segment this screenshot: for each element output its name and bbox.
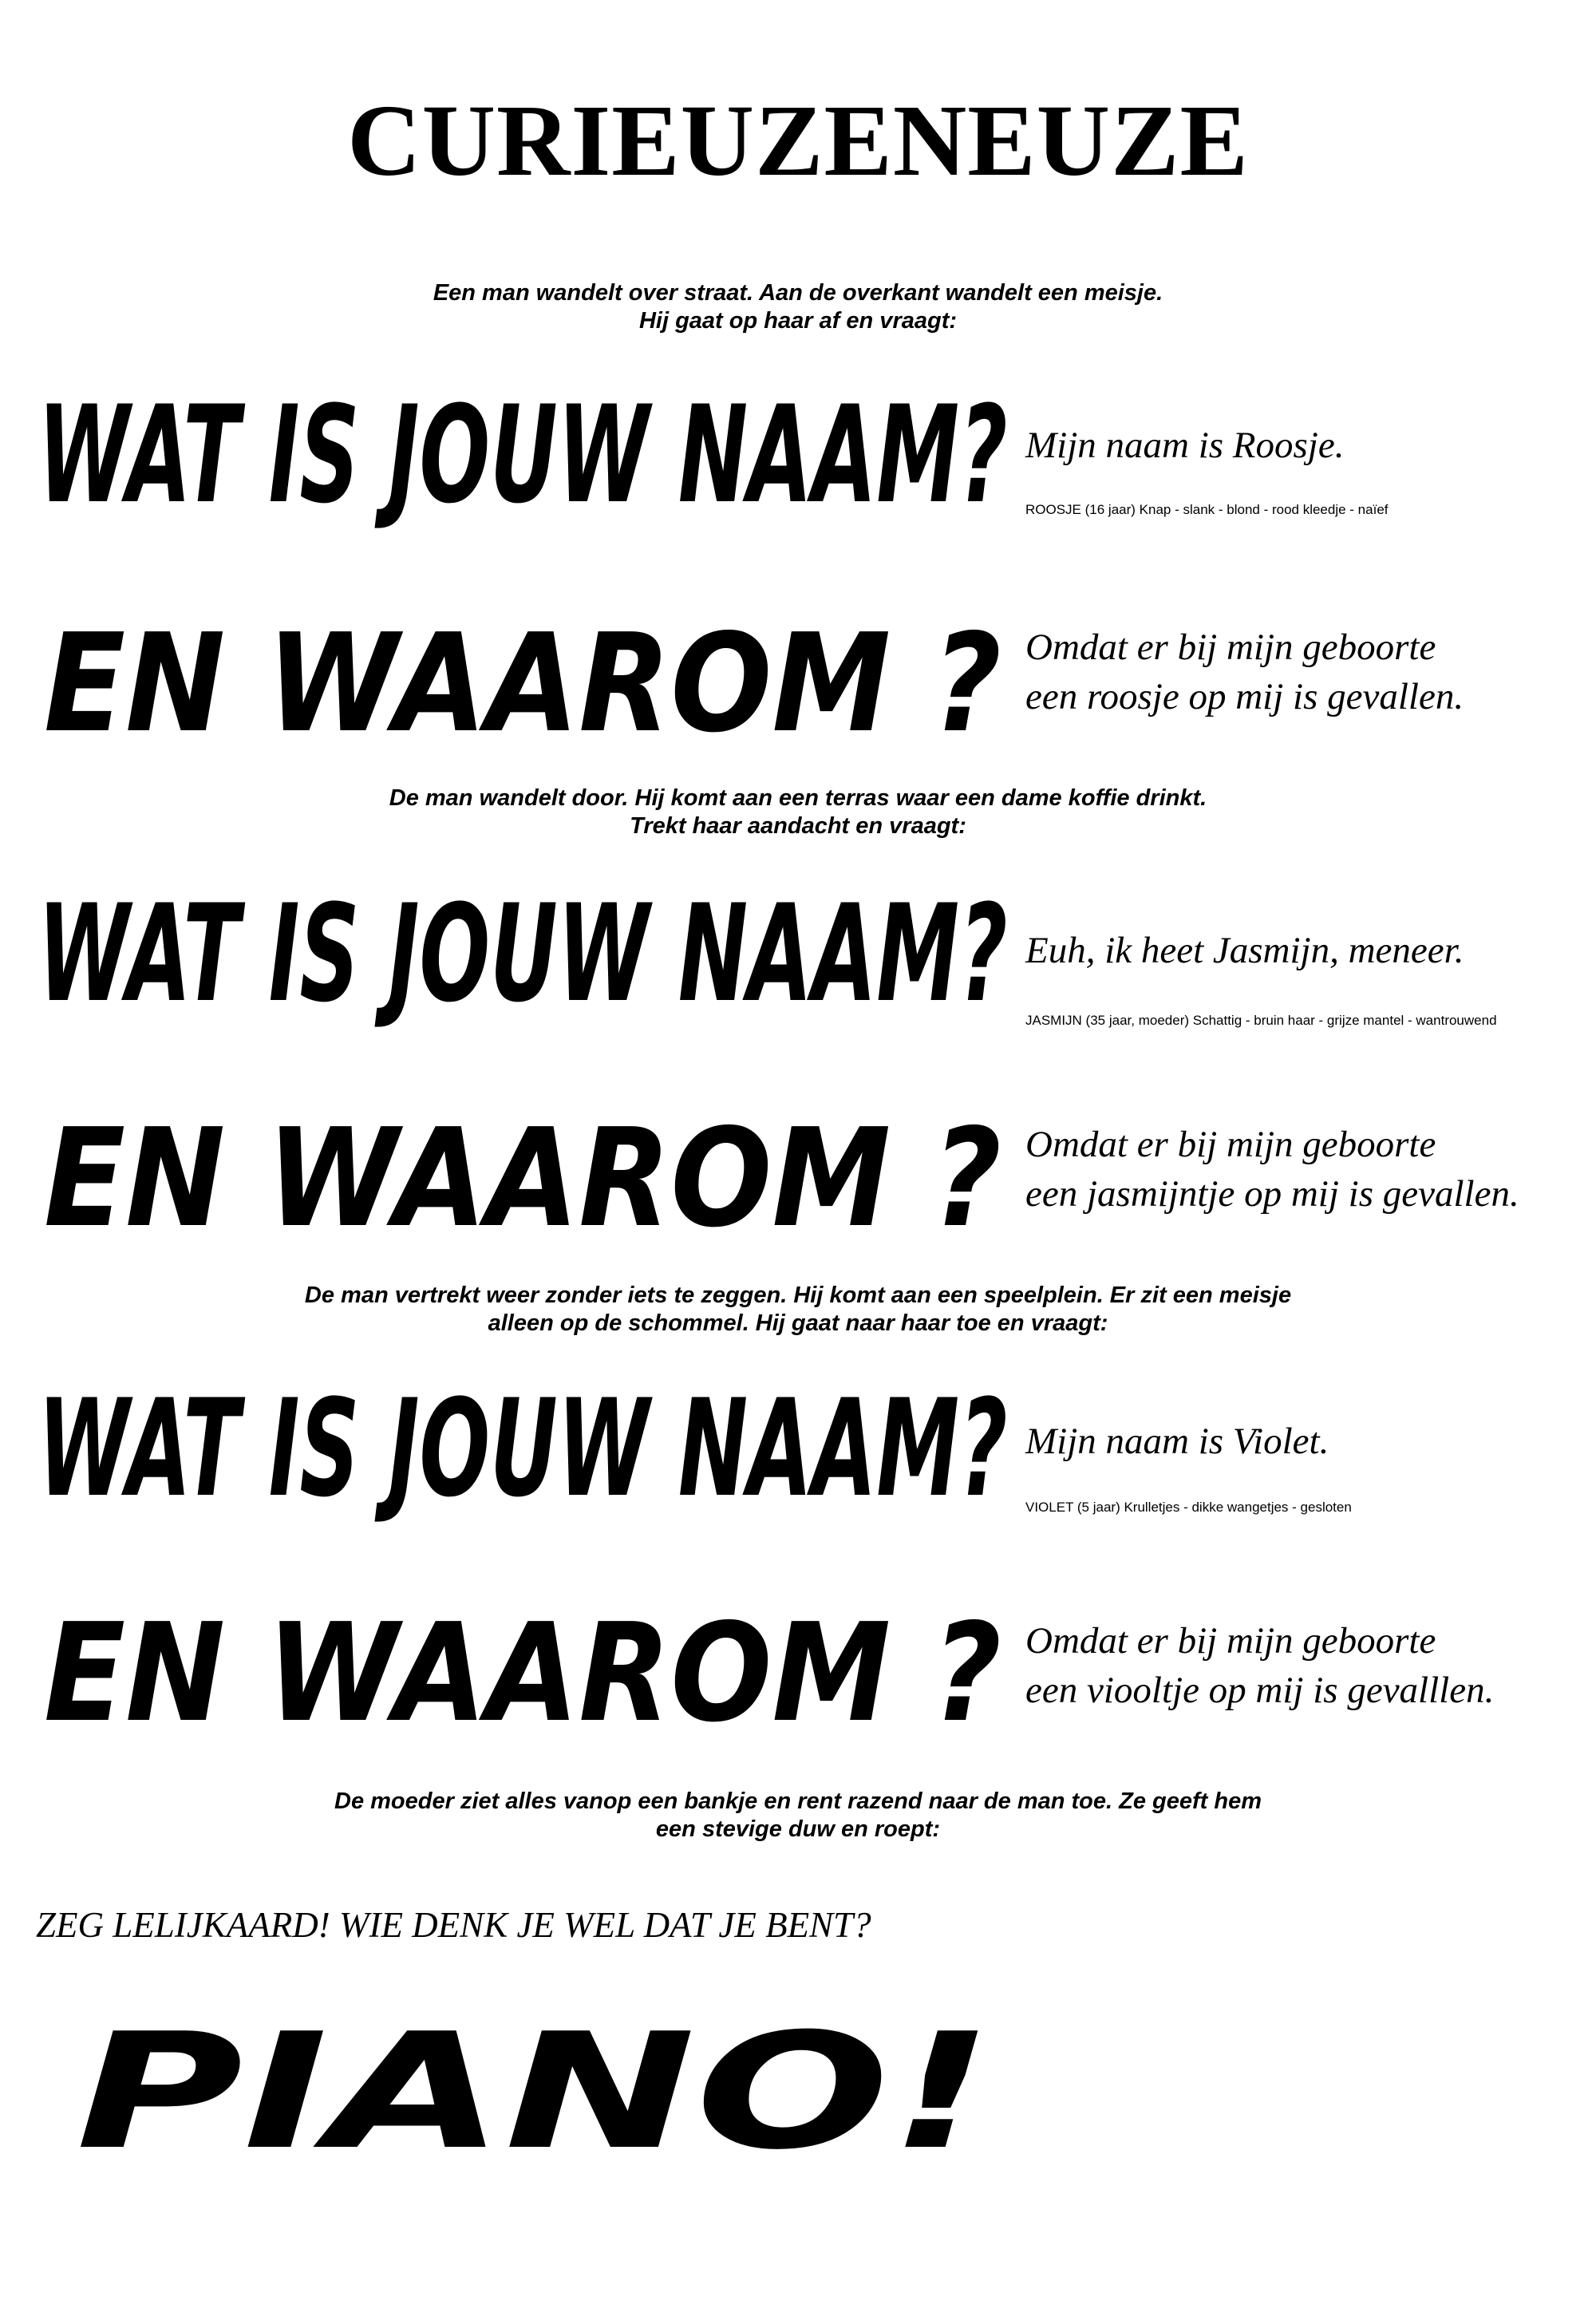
answer-line: Omdat er bij mijn geboorte [1025, 626, 1436, 668]
question-name-text: WAT IS JOUW NAAM? [38, 377, 1008, 533]
page-title: CURIEUZENEUZE [347, 84, 1249, 197]
answer-violet-name: Mijn naam is Violet. [1025, 1421, 1329, 1462]
question-why-text: EN WAAROM ? [44, 1595, 1001, 1753]
wavy-question-name: WAT IS JOUW NAAM? [38, 1370, 1008, 1527]
narration-line: alleen op de schommel. Hij gaat naar haa… [488, 1310, 1108, 1336]
answer-line: een roosje op mij is gevallen. [1025, 676, 1464, 718]
narration-3: De man vertrekt weer zonder iets te zegg… [200, 1282, 1396, 1338]
narration-line: een stevige duw en roept: [655, 1816, 941, 1842]
answer-line: Omdat er bij mijn geboorte [1025, 1620, 1436, 1662]
narration-line: Trekt haar aandacht en vraagt: [630, 812, 966, 839]
answer-jasmijn-name: Euh, ik heet Jasmijn, meneer. [1025, 930, 1464, 971]
narration-line: De man wandelt door. Hij komt aan een te… [389, 785, 1207, 811]
final-word-text: PIANO! [76, 1999, 994, 2185]
answer-violet-why: Omdat er bij mijn geboorte een viooltje … [1025, 1616, 1494, 1715]
narration-line: De man vertrekt weer zonder iets te zegg… [304, 1283, 1292, 1308]
wavy-question-why: EN WAAROM ? [44, 1100, 1001, 1258]
answer-roosje-why: Omdat er bij mijn geboorte een roosje op… [1025, 622, 1464, 721]
answer-line: Omdat er bij mijn geboorte [1025, 1124, 1436, 1165]
answer-line: een viooltje op mij is gevalllen. [1025, 1670, 1495, 1712]
character-description: ROOSJE (16 jaar) Knap - slank - blond - … [1025, 502, 1389, 517]
question-why-text: EN WAAROM ? [44, 605, 1001, 763]
question-name-text: WAT IS JOUW NAAM? [38, 1370, 1008, 1527]
narration-2: De man wandelt door. Hij komt aan een te… [200, 785, 1396, 840]
question-why-text: EN WAAROM ? [44, 1100, 1001, 1258]
answer-roosje-name: Mijn naam is Roosje. [1025, 425, 1345, 466]
answer-jasmijn-why: Omdat er bij mijn geboorte een jasmijntj… [1025, 1120, 1519, 1219]
narration-4: De moeder ziet alles vanop een bankje en… [200, 1788, 1396, 1844]
narration-1: Een man wandelt over straat. Aan de over… [200, 279, 1396, 335]
narration-line: De moeder ziet alles vanop een bankje en… [334, 1788, 1262, 1814]
character-description: VIOLET (5 jaar) Krulletjes - dikke wange… [1025, 1500, 1352, 1515]
narration-line: Een man wandelt over straat. Aan de over… [433, 280, 1163, 306]
wavy-question-name: WAT IS JOUW NAAM? [38, 377, 1008, 533]
wavy-final-word: PIANO! [76, 1999, 994, 2185]
narration-line: Hij gaat op haar af en vraagt: [638, 307, 958, 334]
mother-shout: ZEG LELIJKAARD! WIE DENK JE WEL DAT JE B… [36, 1905, 871, 1945]
wavy-question-why: EN WAAROM ? [44, 1595, 1001, 1753]
character-description: JASMIJN (35 jaar, moeder) Schattig - bru… [1025, 1013, 1497, 1028]
wavy-question-name: WAT IS JOUW NAAM? [38, 875, 1008, 1032]
wavy-question-why: EN WAAROM ? [44, 605, 1001, 763]
question-name-text: WAT IS JOUW NAAM? [38, 875, 1008, 1032]
answer-line: een jasmijntje op mij is gevallen. [1025, 1173, 1519, 1215]
